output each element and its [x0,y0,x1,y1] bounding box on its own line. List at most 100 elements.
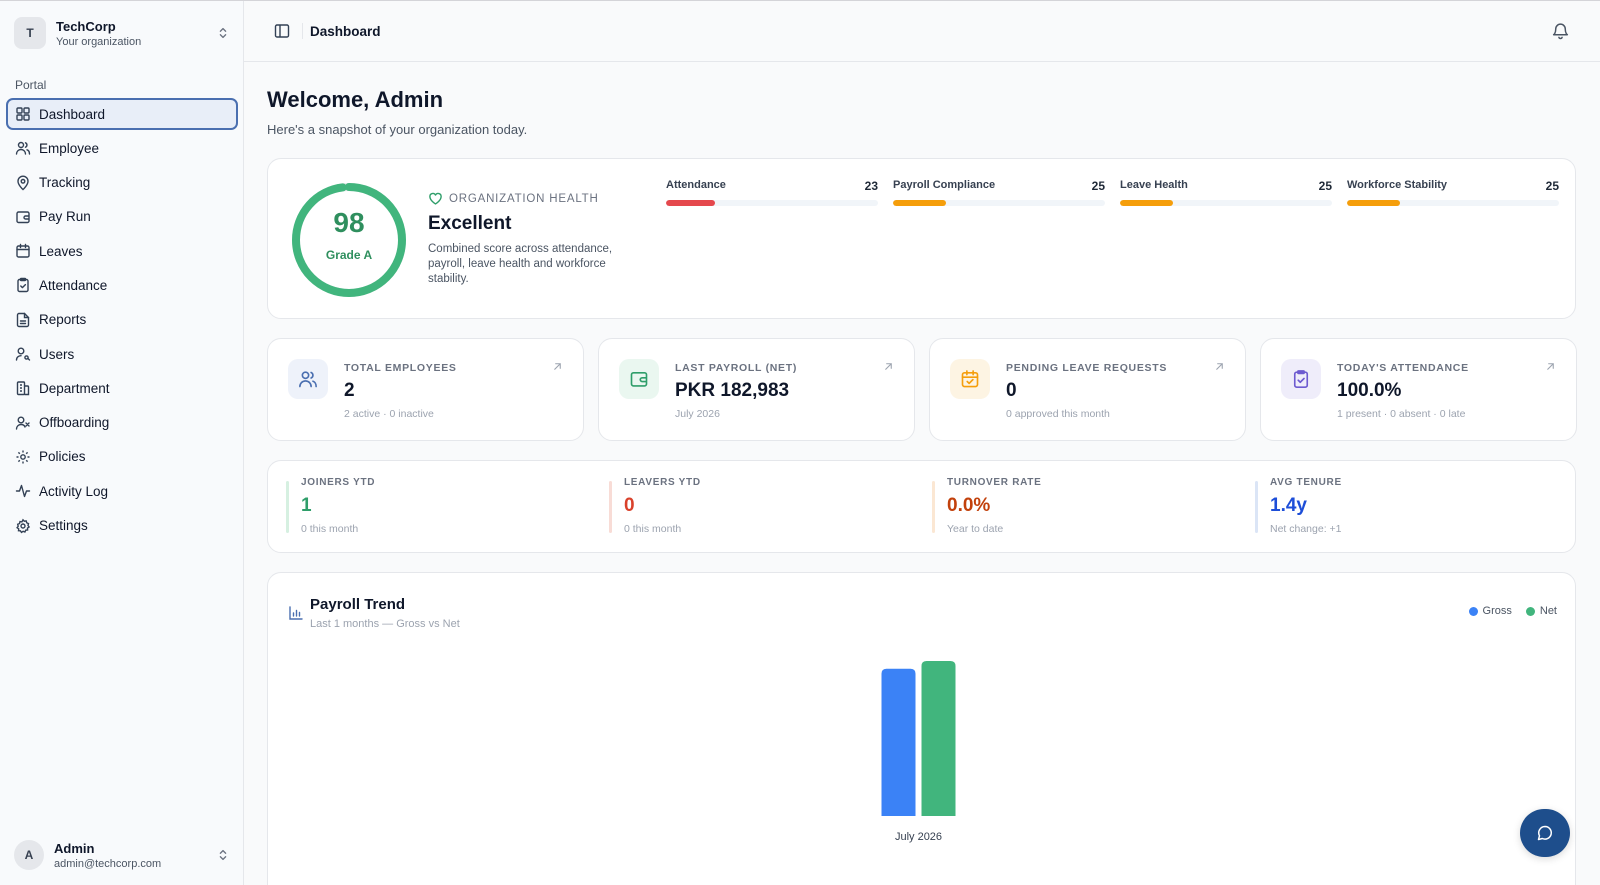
user-key-icon [15,347,31,361]
org-name: TechCorp [56,18,116,34]
chat-button[interactable] [1520,809,1570,857]
stat-label: TODAY'S ATTENDANCE [1337,362,1469,374]
sidebar-item-pay-run[interactable]: Pay Run [6,201,238,233]
legend-item-gross[interactable]: Gross [1468,605,1512,617]
user-text: Admin admin@techcorp.com [54,841,216,870]
sidebar-item-reports[interactable]: Reports [6,304,238,336]
kpi-accent-bar [1255,481,1258,533]
metric-name: Attendance [666,179,726,191]
chat-bubble-icon [1537,825,1553,841]
metric-fill [1120,200,1173,206]
org-text: TechCorp Your organization [56,19,216,48]
kpi-subtext: 0 this month [301,523,359,535]
sidebar-item-tracking[interactable]: Tracking [6,167,238,199]
metric-track [1120,200,1332,206]
org-switcher[interactable]: T TechCorp Your organization [14,15,230,51]
stat-value: 0 [1006,380,1017,401]
org-subtitle: Your organization [56,35,142,48]
legend-item-net[interactable]: Net [1525,605,1557,617]
bar-gross[interactable] [881,668,916,816]
health-description: Combined score across attendance, payrol… [428,243,613,285]
user-menu[interactable]: A Admin admin@techcorp.com [14,837,230,873]
health-grade: Grade A [325,248,373,262]
grid-icon [16,107,30,121]
kpi-value: 1 [301,495,312,516]
metric-value: 25 [1091,179,1105,193]
chart-title: Payroll Trend [310,596,406,613]
sidebar-item-label: Dashboard [39,106,106,122]
stat-card-todays-attendance[interactable]: TODAY'S ATTENDANCE 100.0% 1 present · 0 … [1260,338,1577,441]
cog-icon [16,450,30,464]
health-label-row: ORGANIZATION HEALTH [428,191,599,206]
kpi-subtext: Year to date [947,523,1004,535]
sidebar-item-leaves[interactable]: Leaves [6,235,238,267]
sidebar-item-label: Reports [39,312,87,328]
sidebar-item-users[interactable]: Users [6,338,238,370]
arrow-up-right-icon [885,363,892,370]
kpi-subtext: 0 this month [624,523,682,535]
kpi-avg-tenure: AVG TENURE 1.4y Net change: +1 [1255,473,1555,541]
sidebar-item-attendance[interactable]: Attendance [6,269,238,301]
sidebar-item-policies[interactable]: Policies [6,441,238,473]
payroll-trend-chart: July 2026 [881,661,956,843]
sidebar-item-settings[interactable]: Settings [6,510,238,542]
health-metric-leave-health: Leave Health 25 [1120,179,1332,206]
metric-track [1347,200,1559,206]
top-header: Dashboard [244,1,1600,62]
sidebar: T TechCorp Your organization Portal Dash… [0,1,244,885]
legend-label: Gross [1482,605,1512,617]
sidebar-item-label: Activity Log [39,483,109,499]
kpi-value: 0.0% [947,495,991,516]
health-metric-payroll-compliance: Payroll Compliance 25 [893,179,1105,206]
welcome-title: Welcome, Admin [267,87,444,112]
user-name: Admin [54,840,95,856]
sidebar-item-label: Pay Run [39,209,91,225]
legend-label: Net [1539,605,1557,617]
kpi-label: AVG TENURE [1270,477,1342,488]
stat-icon-wrap [288,359,328,399]
stat-card-pending-leave[interactable]: PENDING LEAVE REQUESTS 0 0 approved this… [929,338,1246,441]
stat-card-total-employees[interactable]: TOTAL EMPLOYEES 2 2 active · 0 inactive [267,338,584,441]
map-pin-icon [17,175,29,191]
sidebar-item-dashboard[interactable]: Dashboard [6,98,238,130]
arrow-up-right-icon [1547,363,1554,370]
metric-name: Payroll Compliance [893,179,996,191]
stat-card-last-payroll[interactable]: LAST PAYROLL (NET) PKR 182,983 July 2026 [598,338,915,441]
sidebar-item-department[interactable]: Department [6,372,238,404]
chart-legend: Gross Net [1455,605,1557,617]
calendar-icon [16,243,30,258]
stat-value: 2 [344,380,355,401]
stat-icon-wrap [1281,359,1321,399]
payroll-trend-card: July 2026 Payroll Trend Last 1 months — … [267,572,1576,885]
stat-icon-wrap [950,359,990,399]
workforce-kpi-card: JOINERS YTD 1 0 this month LEAVERS YTD 0… [267,460,1576,553]
kpi-subtext: Net change: +1 [1270,523,1342,535]
stat-label: LAST PAYROLL (NET) [675,362,798,374]
calendar-check-icon [961,370,979,388]
bar-net[interactable] [921,661,956,816]
sidebar-item-label: Policies [39,449,86,465]
kpi-accent-bar [286,481,289,533]
health-score: 98 [333,207,365,238]
health-metric-attendance: Attendance 23 [666,179,878,206]
arrow-up-right-icon [554,363,561,370]
heart-icon [429,192,442,205]
metric-name: Leave Health [1120,179,1188,191]
sidebar-toggle-icon[interactable] [274,23,290,39]
sidebar-item-offboarding[interactable]: Offboarding [6,407,238,439]
kpi-label: LEAVERS YTD [624,477,701,488]
user-email: admin@techcorp.com [54,857,162,870]
org-avatar: T [14,17,46,49]
bar-chart-icon [289,606,303,620]
sidebar-item-label: Tracking [39,175,91,191]
health-status: Excellent [428,213,512,234]
organization-health-card: 98 Grade A ORGANIZATION HEALTH Excellent… [267,158,1576,319]
kpi-leavers-ytd: LEAVERS YTD 0 0 this month [609,473,909,541]
sidebar-item-activity-log[interactable]: Activity Log [6,475,238,507]
sidebar-item-employee[interactable]: Employee [6,132,238,164]
sidebar-item-label: Users [39,346,75,362]
sidebar-nav: Dashboard Employee Tracking Pay Run Leav… [6,98,238,544]
stat-subtext: 2 active · 0 inactive [344,408,434,420]
chevrons-up-down-icon [219,27,227,39]
bell-icon[interactable] [1551,21,1570,40]
